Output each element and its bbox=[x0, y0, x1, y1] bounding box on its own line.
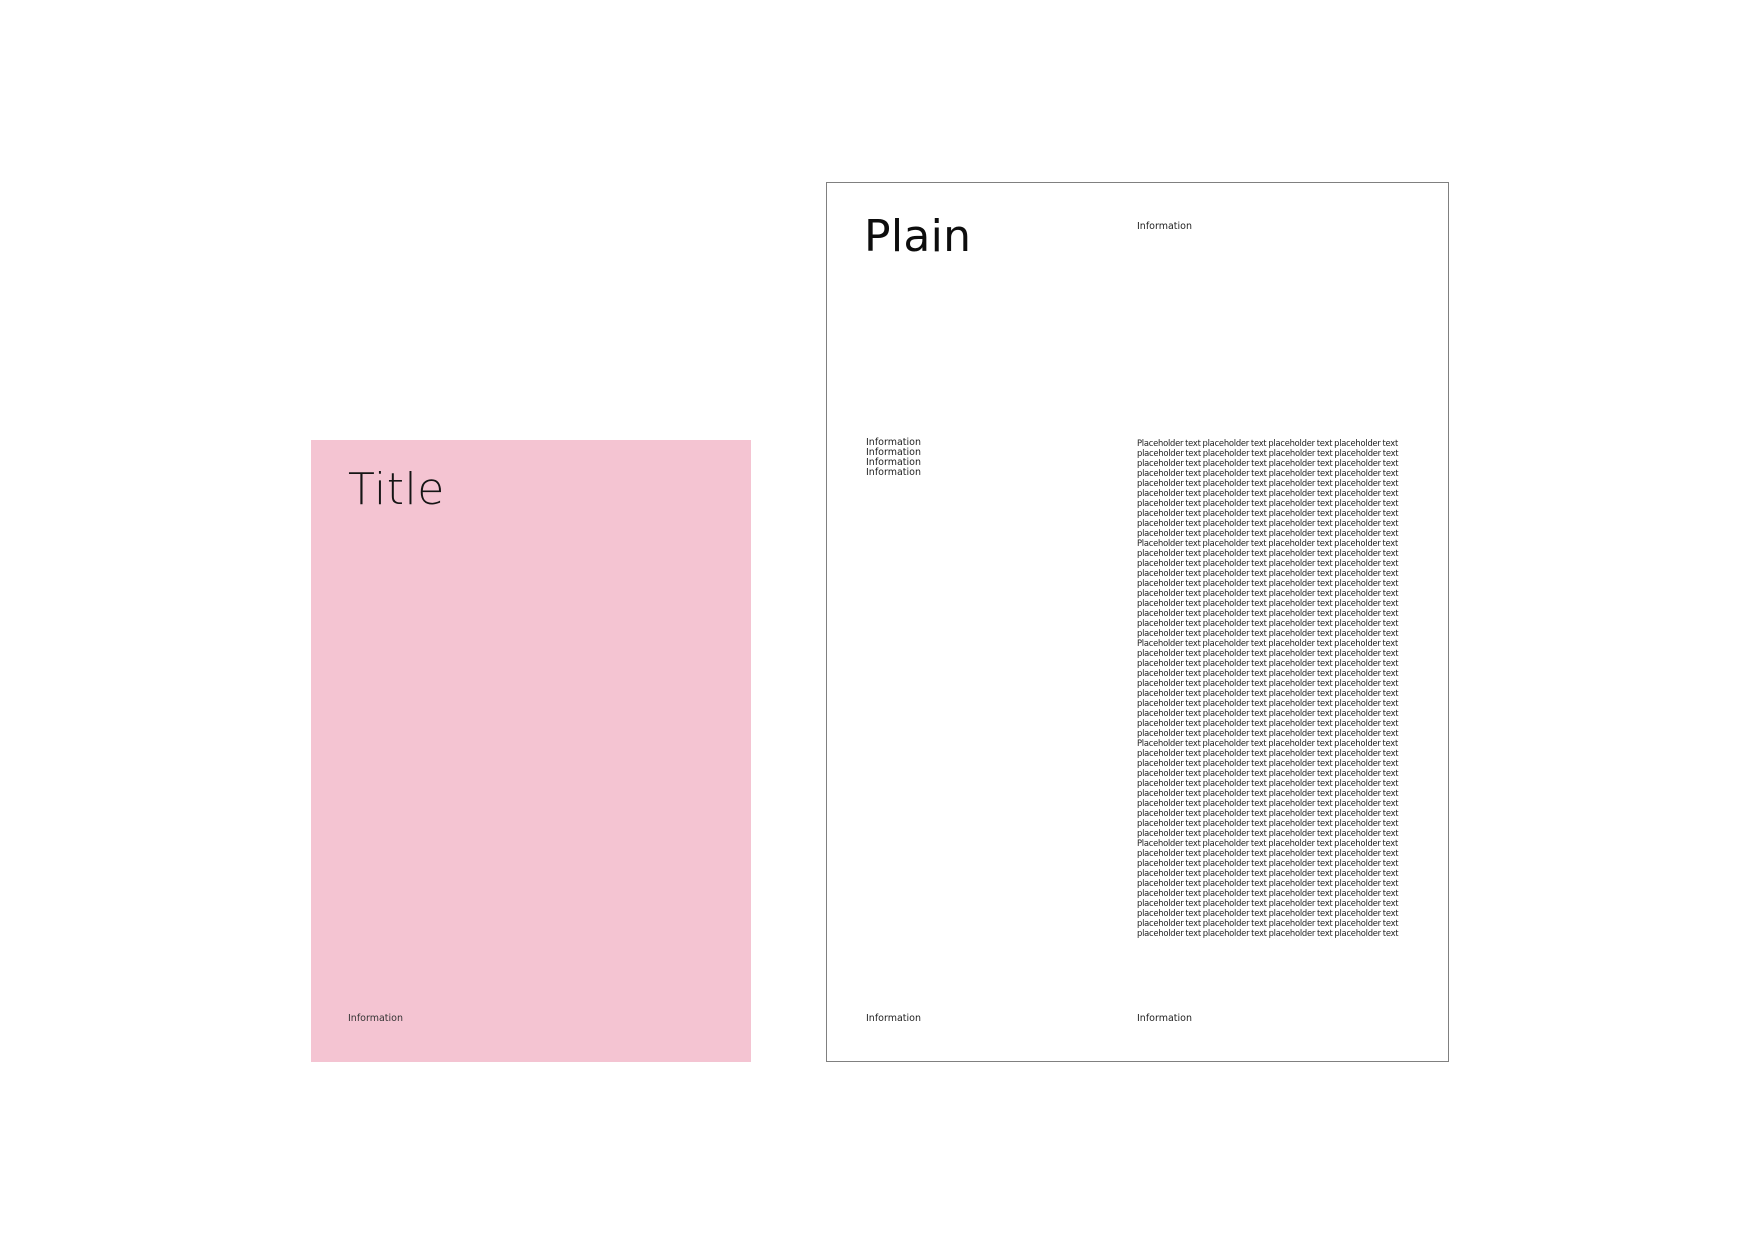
body-text-line: placeholder text placeholder text placeh… bbox=[1137, 518, 1399, 528]
body-text-line: placeholder text placeholder text placeh… bbox=[1137, 748, 1399, 758]
body-text-line: placeholder text placeholder text placeh… bbox=[1137, 508, 1399, 518]
footer-left-info: Information bbox=[866, 1013, 921, 1024]
body-text-line: placeholder text placeholder text placeh… bbox=[1137, 908, 1399, 918]
body-text-line: placeholder text placeholder text placeh… bbox=[1137, 888, 1399, 898]
body-text-line: Placeholder text placeholder text placeh… bbox=[1137, 838, 1399, 848]
cover-title: Title bbox=[348, 464, 445, 515]
body-text-line: placeholder text placeholder text placeh… bbox=[1137, 528, 1399, 538]
body-text-line: placeholder text placeholder text placeh… bbox=[1137, 668, 1399, 678]
body-text-line: placeholder text placeholder text placeh… bbox=[1137, 758, 1399, 768]
body-text-line: placeholder text placeholder text placeh… bbox=[1137, 828, 1399, 838]
body-text-line: placeholder text placeholder text placeh… bbox=[1137, 858, 1399, 868]
body-text-line: placeholder text placeholder text placeh… bbox=[1137, 498, 1399, 508]
side-info-line: Information bbox=[866, 467, 921, 478]
body-text-line: placeholder text placeholder text placeh… bbox=[1137, 698, 1399, 708]
body-text-line: placeholder text placeholder text placeh… bbox=[1137, 448, 1399, 458]
footer-right-info: Information bbox=[1137, 1013, 1192, 1024]
cover-page: Title Information bbox=[311, 440, 751, 1062]
body-text-line: placeholder text placeholder text placeh… bbox=[1137, 718, 1399, 728]
body-text-line: Placeholder text placeholder text placeh… bbox=[1137, 738, 1399, 748]
body-text-line: placeholder text placeholder text placeh… bbox=[1137, 898, 1399, 908]
body-text-line: placeholder text placeholder text placeh… bbox=[1137, 608, 1399, 618]
body-text-line: placeholder text placeholder text placeh… bbox=[1137, 548, 1399, 558]
body-text-line: placeholder text placeholder text placeh… bbox=[1137, 468, 1399, 478]
body-text-line: placeholder text placeholder text placeh… bbox=[1137, 878, 1399, 888]
body-text-line: placeholder text placeholder text placeh… bbox=[1137, 628, 1399, 638]
plain-page: Plain Information Information Informatio… bbox=[826, 182, 1449, 1062]
body-text-line: placeholder text placeholder text placeh… bbox=[1137, 578, 1399, 588]
body-text-line: placeholder text placeholder text placeh… bbox=[1137, 678, 1399, 688]
header-info: Information bbox=[1137, 221, 1192, 232]
body-text-line: Placeholder text placeholder text placeh… bbox=[1137, 638, 1399, 648]
body-text-line: placeholder text placeholder text placeh… bbox=[1137, 568, 1399, 578]
body-text-line: placeholder text placeholder text placeh… bbox=[1137, 708, 1399, 718]
body-text-line: placeholder text placeholder text placeh… bbox=[1137, 768, 1399, 778]
body-text-line: placeholder text placeholder text placeh… bbox=[1137, 558, 1399, 568]
side-info: Information Information Information Info… bbox=[866, 438, 921, 478]
body-text-line: placeholder text placeholder text placeh… bbox=[1137, 478, 1399, 488]
page-title: Plain bbox=[864, 211, 972, 262]
body-text-line: Placeholder text placeholder text placeh… bbox=[1137, 538, 1399, 548]
body-text-line: placeholder text placeholder text placeh… bbox=[1137, 648, 1399, 658]
body-text-line: placeholder text placeholder text placeh… bbox=[1137, 798, 1399, 808]
body-text-line: placeholder text placeholder text placeh… bbox=[1137, 918, 1399, 928]
body-text-line: placeholder text placeholder text placeh… bbox=[1137, 588, 1399, 598]
body-text: Placeholder text placeholder text placeh… bbox=[1137, 438, 1427, 938]
body-text-line: placeholder text placeholder text placeh… bbox=[1137, 658, 1399, 668]
body-text-line: placeholder text placeholder text placeh… bbox=[1137, 808, 1399, 818]
body-text-line: placeholder text placeholder text placeh… bbox=[1137, 868, 1399, 878]
body-text-line: placeholder text placeholder text placeh… bbox=[1137, 778, 1399, 788]
body-text-line: placeholder text placeholder text placeh… bbox=[1137, 458, 1399, 468]
body-text-line: placeholder text placeholder text placeh… bbox=[1137, 848, 1399, 858]
body-text-line: Placeholder text placeholder text placeh… bbox=[1137, 438, 1399, 448]
body-text-line: placeholder text placeholder text placeh… bbox=[1137, 788, 1399, 798]
cover-info: Information bbox=[348, 1013, 403, 1024]
body-text-line: placeholder text placeholder text placeh… bbox=[1137, 728, 1399, 738]
body-text-line: placeholder text placeholder text placeh… bbox=[1137, 488, 1399, 498]
body-text-line: placeholder text placeholder text placeh… bbox=[1137, 598, 1399, 608]
body-text-line: placeholder text placeholder text placeh… bbox=[1137, 618, 1399, 628]
body-text-line: placeholder text placeholder text placeh… bbox=[1137, 928, 1399, 938]
body-text-line: placeholder text placeholder text placeh… bbox=[1137, 688, 1399, 698]
body-text-line: placeholder text placeholder text placeh… bbox=[1137, 818, 1399, 828]
